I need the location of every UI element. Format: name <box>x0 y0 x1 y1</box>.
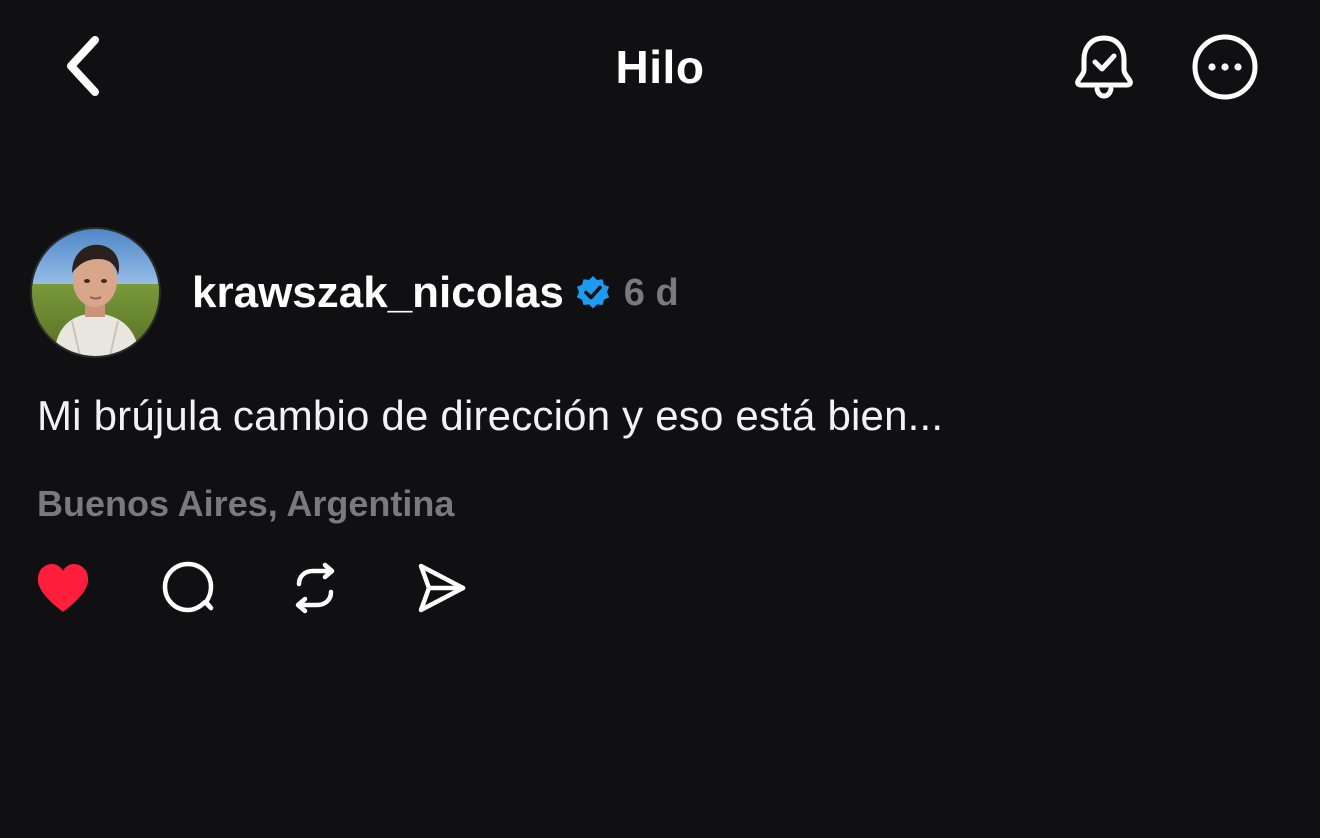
send-icon <box>418 563 466 613</box>
notifications-button[interactable] <box>1068 28 1140 104</box>
top-bar: Hilo <box>0 0 1320 135</box>
chevron-left-icon <box>67 36 99 96</box>
post-text: Mi brújula cambio de dirección y eso est… <box>37 392 944 439</box>
avatar-photo <box>32 229 159 356</box>
repost-icon <box>295 562 335 614</box>
avatar[interactable] <box>30 227 161 358</box>
username[interactable]: krawszak_nicolas <box>192 268 564 318</box>
share-button[interactable] <box>408 555 474 621</box>
repost-button[interactable] <box>282 555 348 621</box>
verified-badge-icon <box>574 274 612 312</box>
like-button[interactable] <box>30 555 96 621</box>
comment-button[interactable] <box>156 555 222 621</box>
bell-check-icon <box>1075 35 1133 99</box>
more-horizontal-icon <box>1192 34 1258 100</box>
post-author-row: krawszak_nicolas 6 d <box>192 263 679 323</box>
post-timestamp: 6 d <box>623 271 679 314</box>
heart-icon <box>37 564 89 612</box>
post-location[interactable]: Buenos Aires, Argentina <box>37 483 454 525</box>
back-button[interactable] <box>50 30 116 102</box>
comment-icon <box>162 561 214 613</box>
thread-screen: Hilo krawszak_nicolas 6 d Mi brújula cam… <box>0 0 1320 838</box>
more-options-button[interactable] <box>1188 30 1262 104</box>
